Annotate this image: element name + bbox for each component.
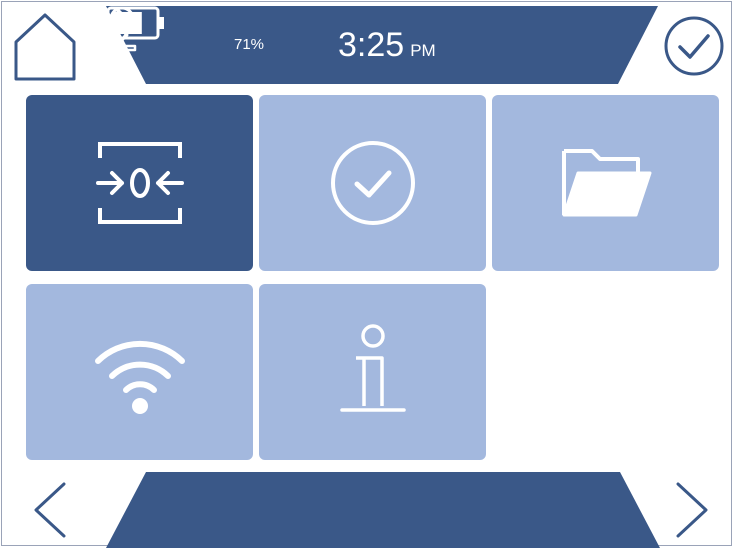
clock-time: 3:25 [338,26,405,64]
tile-zero-calibration[interactable] [26,95,253,271]
battery-percent: 71% [234,36,265,53]
home-icon [14,13,76,81]
clock: 3:25 PM [338,24,436,72]
bottom-bar-background [106,472,660,548]
clock-ampm: PM [410,41,436,60]
location-pin-icon [107,6,137,52]
check-circle-icon [664,16,724,76]
tile-info[interactable] [259,284,486,460]
info-icon [339,324,406,412]
tile-folder[interactable] [492,95,719,271]
status-bar: 71% 3:25 PM [106,6,658,84]
wifi-icon [94,340,185,414]
home-button[interactable] [12,12,78,82]
chevron-right-icon [676,482,708,538]
chevron-left-icon [34,482,66,538]
bottom-bar [106,472,660,548]
zero-calibration-icon [95,142,184,224]
folder-icon [561,149,651,217]
check-circle-icon [330,141,415,225]
tile-check[interactable] [259,95,486,271]
previous-page-button[interactable] [30,480,70,540]
confirm-button[interactable] [662,14,726,78]
next-page-button[interactable] [672,480,712,540]
device-screen: 71% 3:25 PM [1,1,732,548]
tile-wifi[interactable] [26,284,253,460]
